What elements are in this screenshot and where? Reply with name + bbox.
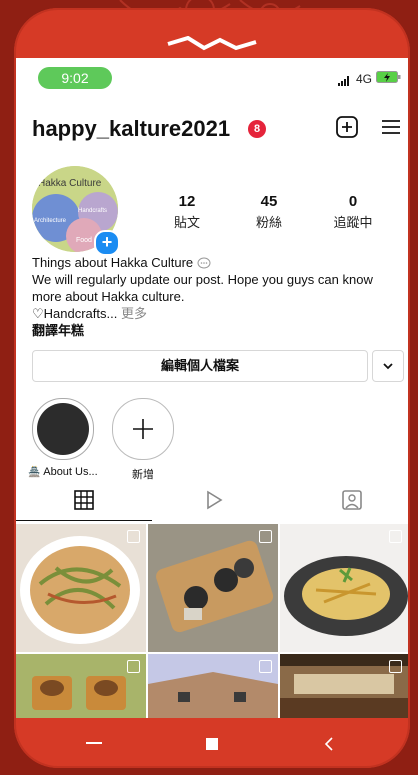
battery-icon [376, 71, 401, 83]
chevron-down-icon [383, 363, 393, 370]
plus-icon [133, 419, 153, 439]
papercut-ornament [167, 36, 257, 51]
multi-post-icon [389, 660, 402, 673]
back-key-icon[interactable] [324, 736, 334, 752]
avatar-food: Food [76, 237, 92, 244]
stat-followers-value: 45 [260, 193, 278, 210]
stat-followers[interactable]: 45 粉絲 [234, 193, 304, 231]
stat-following[interactable]: 0 追蹤中 [318, 193, 388, 231]
profile-username[interactable]: happy_kalture2021 [32, 116, 230, 142]
multi-post-icon [127, 660, 140, 673]
highlight-new-cover [112, 398, 174, 460]
fried-noodles-image [20, 536, 140, 644]
notification-badge[interactable]: 8 [248, 120, 266, 138]
network-type: 4G [355, 72, 372, 86]
add-story-button[interactable]: + [94, 230, 120, 256]
signal-icon [338, 76, 349, 86]
post-thumbnail[interactable] [16, 654, 146, 718]
post-thumbnail[interactable] [148, 654, 278, 718]
post-thumbnail[interactable] [280, 524, 408, 652]
android-nav-bar [14, 718, 410, 768]
stat-following-value: 0 [348, 193, 358, 210]
suggestions-dropdown-button[interactable] [372, 350, 404, 382]
multi-post-icon [127, 530, 140, 543]
post-thumbnail[interactable] [148, 524, 278, 652]
avatar-handcrafts: Handcrafts [78, 208, 107, 214]
active-tab-indicator [16, 520, 152, 521]
grid-icon[interactable] [74, 490, 94, 510]
menu-icon[interactable] [380, 116, 402, 138]
highlight-about-cover [32, 398, 94, 460]
avatar-title: Hakka Culture [38, 178, 102, 189]
stat-posts-value: 12 [178, 193, 196, 210]
multi-post-icon [389, 530, 402, 543]
bio-more-link[interactable]: 更多 [117, 306, 147, 321]
profile-tabs [16, 486, 408, 522]
rice-cakes-image [148, 524, 278, 652]
status-time: 9:02 [38, 67, 112, 89]
about-emoji-icon: 🏯 [28, 467, 41, 478]
bio-line-3: ♡Handcrafts... [32, 306, 118, 321]
bio-line-2: We will regularly update our post. Hope … [32, 272, 373, 304]
highlight-new[interactable]: 新增 [108, 398, 178, 482]
menu-key-icon[interactable] [86, 742, 102, 746]
profile-bio: Things about Hakka Culture We will regul… [32, 254, 404, 339]
edit-profile-button[interactable]: 編輯個人檔案 [32, 350, 368, 382]
multi-post-icon [259, 530, 272, 543]
tagged-icon[interactable] [342, 490, 362, 510]
highlight-about-us[interactable]: 🏯 About Us... [28, 398, 98, 478]
stat-following-label: 追蹤中 [333, 215, 373, 230]
new-post-icon[interactable] [336, 116, 358, 138]
bio-line-4: 翻譯年糕 [32, 323, 85, 338]
stat-posts[interactable]: 12 貼文 [152, 193, 222, 231]
profile-header: happy_kalture2021 8 [32, 116, 402, 146]
highlight-new-label: 新增 [132, 469, 154, 481]
bio-line-1: Things about Hakka Culture [32, 255, 194, 270]
highlight-about-label: About Us... [43, 466, 98, 478]
post-grid [16, 524, 408, 718]
stat-followers-label: 粉絲 [255, 215, 282, 230]
chicken-dish-image [284, 556, 408, 636]
stat-posts-label: 貼文 [173, 215, 200, 230]
phone-frame: 9:02 4G happy_kalture2021 8 Hakka Cultur… [14, 8, 410, 768]
home-key-icon[interactable] [206, 738, 218, 750]
multi-post-icon [259, 660, 272, 673]
post-thumbnail[interactable] [280, 654, 408, 718]
post-thumbnail[interactable] [16, 524, 146, 652]
app-screen: 9:02 4G happy_kalture2021 8 Hakka Cultur… [16, 58, 408, 718]
status-bar: 9:02 4G [16, 58, 408, 96]
reels-icon[interactable] [204, 490, 224, 510]
avatar-architecture: Architecture [34, 218, 67, 224]
speech-bubble-icon [197, 257, 211, 269]
